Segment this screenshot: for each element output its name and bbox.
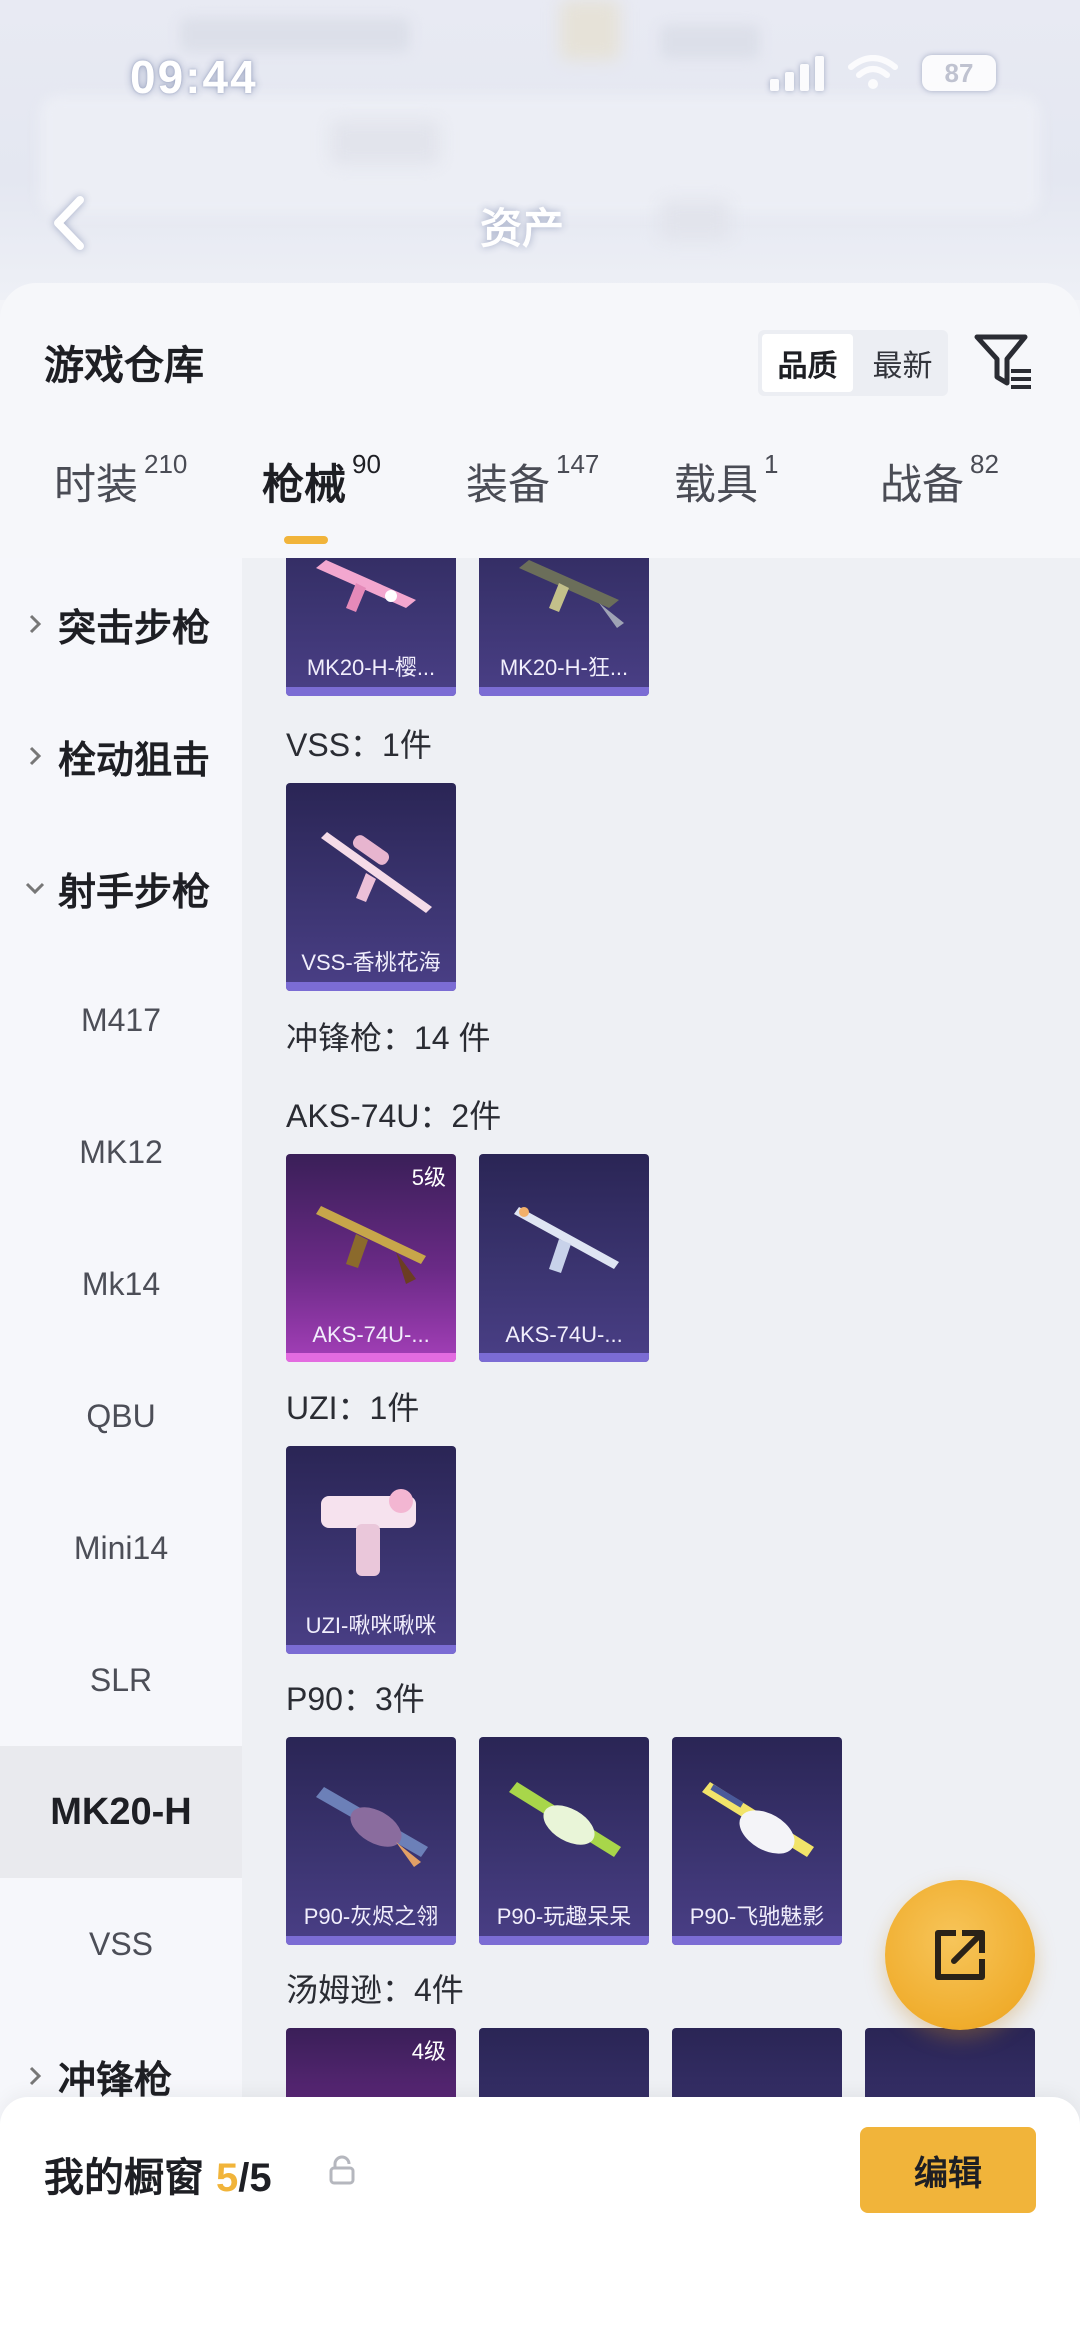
tab-count: 147 (556, 449, 600, 479)
wifi-icon (848, 55, 898, 89)
tab-label: 载具 (674, 461, 759, 508)
skin-name: AKS-74U-... (312, 1322, 430, 1347)
pink-uzi-icon (321, 1489, 416, 1576)
skin-name: MK20-H-狂... (499, 655, 629, 680)
share-external-icon (935, 1930, 985, 1980)
showcase-title: 我的橱窗 5 / 5 (44, 2145, 272, 2203)
sidebar-item-qbu[interactable]: QBU (0, 1350, 242, 1482)
tab-vehicles[interactable]: 载具 1 (674, 449, 779, 512)
tab-battle-gear[interactable]: 战备 82 (880, 449, 999, 512)
skin-level-badge: 4级 (411, 2039, 446, 2064)
sidebar-item-mk20h[interactable]: MK20-H (0, 1746, 242, 1878)
sidebar-item-label: 突击步枪 (58, 607, 211, 650)
sidebar-item-mini14[interactable]: Mini14 (0, 1482, 242, 1614)
sidebar-item-mk14[interactable]: Mk14 (0, 1218, 242, 1350)
skin-name: P90-玩趣呆呆 (496, 1904, 632, 1929)
pink-rifle-icon (316, 560, 416, 612)
skin-name: P90-飞驰魅影 (689, 1904, 825, 1929)
skin-card[interactable]: AKS-74U-... (479, 1154, 649, 1362)
sidebar-item-bolt-snipers[interactable]: 栓动狙击 (0, 690, 242, 822)
sidebar-item-vss[interactable]: VSS (0, 1878, 242, 2010)
back-chevron-icon[interactable] (40, 188, 100, 258)
skin-name: UZI-啾咪啾咪 (305, 1613, 437, 1638)
skin-card[interactable]: P90-飞驰魅影 (672, 1737, 842, 1945)
sidebar-item-label: 栓动狙击 (58, 739, 211, 782)
tab-equipment[interactable]: 装备 147 (466, 449, 600, 512)
showcase-label: 我的橱窗 (44, 2156, 204, 2200)
lock-icon (329, 2155, 355, 2185)
dark-rifle-icon (519, 560, 624, 628)
skin-card[interactable]: MK20-H-樱... (286, 558, 456, 696)
section-label-aks74u: AKS-74U：2件 (286, 1098, 502, 1134)
tab-fashion[interactable]: 时装 210 (54, 449, 188, 512)
skin-card[interactable]: P90-灰烬之翎 (286, 1737, 456, 1945)
green-p90-icon (509, 1782, 621, 1857)
weapon-category-sidebar: 突击步枪 栓动狙击 射手步枪 M417 MK12 Mk14 QBU Mini14… (0, 558, 242, 2341)
sidebar-item-slr[interactable]: SLR (0, 1614, 242, 1746)
sidebar-item-m417[interactable]: M417 (0, 954, 242, 1086)
tab-count: 82 (970, 449, 999, 479)
tab-firearms[interactable]: 枪械 90 (262, 449, 381, 512)
share-floating-button[interactable] (885, 1880, 1035, 2030)
section-label-vss: VSS：1件 (286, 727, 432, 763)
weapon-skin-list: MK20-H-樱... MK20-H-狂... VSS：1件 VSS-香桃花海 … (242, 558, 1080, 2341)
yellow-p90-icon (702, 1782, 814, 1857)
chevron-right-icon (29, 746, 42, 766)
tab-count: 90 (352, 449, 381, 479)
filter-icon[interactable] (973, 331, 1033, 393)
status-icons: 87 (770, 55, 996, 91)
active-tab-indicator (284, 536, 328, 544)
warehouse-sheet: 游戏仓库 品质 最新 时装 210 枪械 90 装备 147 载具 1 战备 8… (0, 283, 1080, 2341)
showcase-current-count: 5 (216, 2156, 239, 2200)
tab-label: 装备 (466, 461, 551, 508)
showcase-separator: / (238, 2156, 250, 2200)
cellular-signal-icon (770, 55, 824, 91)
tab-label: 时装 (54, 461, 139, 508)
category-tabs: 时装 210 枪械 90 装备 147 载具 1 战备 82 (0, 423, 1080, 523)
chevron-right-icon (29, 2066, 42, 2086)
gold-smg-icon (316, 1206, 426, 1284)
section-label-smg: 冲锋枪：14 件 (286, 1020, 491, 1056)
blue-p90-icon (316, 1787, 428, 1867)
chevron-right-icon (29, 614, 42, 634)
skin-name: AKS-74U-... (505, 1322, 623, 1347)
status-time: 09:44 (130, 51, 258, 103)
section-label-uzi: UZI：1件 (286, 1390, 420, 1426)
tab-count: 1 (764, 449, 779, 479)
sidebar-item-marksman-rifles[interactable]: 射手步枪 (0, 822, 242, 954)
section-label-thompson: 汤姆逊：4件 (286, 1972, 464, 2008)
tab-label: 枪械 (262, 461, 347, 508)
edit-button[interactable]: 编辑 (860, 2127, 1036, 2213)
skin-name: P90-灰烬之翎 (303, 1904, 439, 1929)
skin-name: MK20-H-樱... (306, 655, 436, 680)
pink-sniper-icon (321, 832, 432, 913)
tab-label: 战备 (880, 461, 965, 508)
sidebar-item-mk12[interactable]: MK12 (0, 1086, 242, 1218)
tab-count: 210 (144, 449, 188, 479)
battery-indicator: 87 (922, 55, 996, 91)
chevron-down-icon (25, 882, 45, 895)
skin-card[interactable]: 5级 AKS-74U-... (286, 1154, 456, 1362)
white-smg-icon (514, 1207, 619, 1273)
sidebar-item-assault-rifles[interactable]: 突击步枪 (0, 558, 242, 690)
skin-card[interactable]: UZI-啾咪啾咪 (286, 1446, 456, 1654)
warehouse-title: 游戏仓库 (44, 344, 204, 388)
skin-card[interactable]: MK20-H-狂... (479, 558, 649, 696)
sidebar-item-label: 冲锋枪 (58, 2059, 173, 2102)
skin-card[interactable]: VSS-香桃花海 (286, 783, 456, 991)
sort-newest-option[interactable]: 最新 (857, 330, 948, 396)
page-title: 资产 (480, 205, 565, 252)
showcase-max-count: 5 (249, 2156, 272, 2200)
sort-quality-option[interactable]: 品质 (762, 334, 853, 392)
section-label-p90: P90：3件 (286, 1681, 425, 1717)
sort-toggle: 品质 最新 (758, 330, 948, 396)
showcase-bottom-bar: 我的橱窗 5 / 5 编辑 (0, 2097, 1080, 2341)
skin-card[interactable]: P90-玩趣呆呆 (479, 1737, 649, 1945)
skin-name: VSS-香桃花海 (301, 950, 441, 975)
sidebar-item-label: 射手步枪 (58, 871, 211, 914)
